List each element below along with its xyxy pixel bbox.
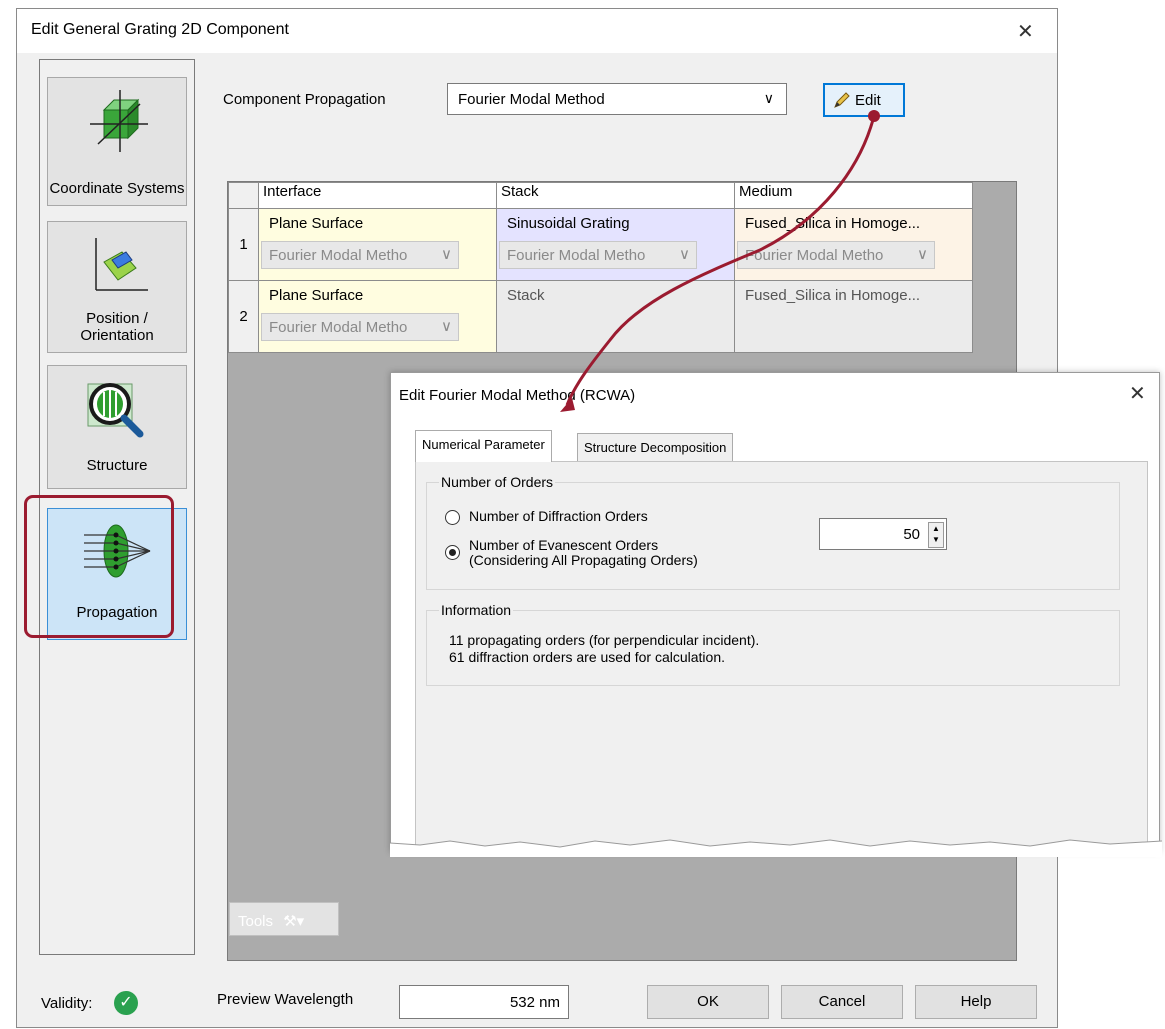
group-title: Information bbox=[439, 602, 514, 618]
info-text: 11 propagating orders (for perpendicular… bbox=[449, 632, 760, 648]
method-dropdown[interactable]: Fourier Modal Metho ∨ bbox=[261, 241, 459, 269]
nav-label: Coordinate Systems bbox=[49, 180, 185, 197]
nav-label: Position / Orientation bbox=[80, 310, 154, 344]
cell-text: Sinusoidal Grating bbox=[507, 215, 630, 232]
column-header: Medium bbox=[734, 182, 973, 209]
ok-button[interactable]: OK bbox=[647, 985, 769, 1019]
orders-spinbox[interactable]: 50 ▲ ▼ bbox=[819, 518, 947, 550]
fmm-edit-dialog: Edit Fourier Modal Method (RCWA) ✕ Numer… bbox=[390, 372, 1162, 857]
radio-label: Number of Evanescent Orders bbox=[469, 537, 659, 553]
edit-button[interactable]: Edit bbox=[823, 83, 905, 117]
stack-cell[interactable]: Sinusoidal Grating Fourier Modal Metho ∨ bbox=[496, 208, 735, 281]
group-title: Number of Orders bbox=[439, 474, 556, 490]
cell-text: Fused_Silica in Homoge... bbox=[745, 215, 921, 232]
dropdown-value: Fourier Modal Metho bbox=[269, 247, 408, 264]
position-orientation-icon bbox=[95, 238, 148, 291]
pencil-icon bbox=[834, 92, 850, 108]
interface-cell[interactable]: Plane Surface Fourier Modal Metho ∨ bbox=[258, 280, 497, 353]
tools-icon: ⚒▾ bbox=[283, 913, 305, 930]
spin-value: 50 bbox=[903, 526, 920, 543]
tools-label: Tools bbox=[238, 913, 274, 930]
structure-icon bbox=[87, 383, 144, 438]
cell-text: Stack bbox=[507, 287, 545, 304]
orders-group: Number of Orders Number of Diffraction O… bbox=[426, 474, 1120, 590]
radio-label: (Considering All Propagating Orders) bbox=[469, 552, 698, 568]
method-dropdown[interactable]: Fourier Modal Metho ∨ bbox=[737, 241, 935, 269]
interface-cell[interactable]: Plane Surface Fourier Modal Metho ∨ bbox=[258, 208, 497, 281]
nav-structure[interactable]: Structure bbox=[47, 365, 187, 489]
corner-cell bbox=[228, 182, 259, 209]
tab-panel: Number of Orders Number of Diffraction O… bbox=[415, 461, 1148, 856]
nav-coordinate-systems[interactable]: Coordinate Systems bbox=[47, 77, 187, 206]
propagation-highlight bbox=[24, 495, 174, 638]
edit-label: Edit bbox=[855, 92, 881, 109]
tab-numerical-parameter[interactable]: Numerical Parameter bbox=[415, 430, 552, 462]
chevron-down-icon: ∨ bbox=[441, 318, 452, 335]
chevron-down-icon: ∨ bbox=[679, 246, 690, 263]
coordinate-systems-icon bbox=[90, 90, 148, 152]
dropdown-value: Fourier Modal Metho bbox=[507, 247, 646, 264]
chevron-down-icon: ∨ bbox=[917, 246, 928, 263]
valid-check-icon: ✓ bbox=[114, 991, 138, 1015]
torn-edge bbox=[390, 839, 1162, 857]
method-dropdown[interactable]: Fourier Modal Metho ∨ bbox=[261, 313, 459, 341]
information-group: Information 11 propagating orders (for p… bbox=[426, 602, 1120, 686]
cell-text: Fused_Silica in Homoge... bbox=[745, 287, 921, 304]
medium-cell[interactable]: Fused_Silica in Homoge... Fourier Modal … bbox=[734, 208, 973, 281]
cell-text: Plane Surface bbox=[269, 287, 364, 304]
component-propagation-label: Component Propagation bbox=[223, 91, 386, 108]
chevron-down-icon: ∨ bbox=[441, 246, 452, 263]
popup-title: Edit Fourier Modal Method (RCWA) bbox=[399, 387, 636, 404]
help-button[interactable]: Help bbox=[915, 985, 1037, 1019]
diffraction-orders-radio[interactable] bbox=[445, 510, 460, 525]
component-table: Interface Stack Medium 1 Plane Surface F… bbox=[228, 182, 973, 353]
dialog-title: Edit General Grating 2D Component bbox=[31, 21, 289, 38]
close-icon[interactable]: ✕ bbox=[1017, 19, 1034, 44]
stack-cell[interactable]: Stack bbox=[496, 280, 735, 353]
spin-arrows[interactable]: ▲ ▼ bbox=[928, 522, 944, 548]
medium-cell[interactable]: Fused_Silica in Homoge... bbox=[734, 280, 973, 353]
column-header: Interface bbox=[258, 182, 497, 209]
info-text: 61 diffraction orders are used for calcu… bbox=[449, 649, 726, 665]
title-bar: Edit General Grating 2D Component ✕ bbox=[17, 9, 1057, 53]
cell-text: Plane Surface bbox=[269, 215, 364, 232]
wavelength-label: Preview Wavelength bbox=[217, 991, 354, 1008]
dropdown-value: Fourier Modal Metho bbox=[745, 247, 884, 264]
table-row: 2 Plane Surface Fourier Modal Metho ∨ Sta… bbox=[228, 280, 973, 353]
column-header: Stack bbox=[496, 182, 735, 209]
tools-button[interactable]: Tools ⚒▾ bbox=[229, 902, 339, 936]
wavelength-input[interactable]: 532 nm bbox=[399, 985, 569, 1019]
nav-position-orientation[interactable]: Position / Orientation bbox=[47, 221, 187, 353]
row-number: 1 bbox=[228, 208, 259, 281]
chevron-down-icon: ∨ bbox=[763, 90, 774, 106]
row-number: 2 bbox=[228, 280, 259, 353]
cancel-button[interactable]: Cancel bbox=[781, 985, 903, 1019]
close-icon[interactable]: ✕ bbox=[1129, 381, 1146, 406]
validity-label: Validity: bbox=[41, 995, 93, 1012]
evanescent-orders-radio[interactable] bbox=[445, 545, 460, 560]
dropdown-value: Fourier Modal Metho bbox=[269, 319, 408, 336]
tab-structure-decomposition[interactable]: Structure Decomposition bbox=[577, 433, 734, 461]
nav-label: Structure bbox=[86, 457, 148, 474]
radio-dot bbox=[449, 549, 456, 556]
method-dropdown[interactable]: Fourier Modal Metho ∨ bbox=[499, 241, 697, 269]
select-value: Fourier Modal Method bbox=[458, 91, 605, 108]
component-propagation-select[interactable]: Fourier Modal Method ∨ bbox=[447, 83, 787, 115]
radio-label: Number of Diffraction Orders bbox=[469, 508, 648, 524]
table-row: 1 Plane Surface Fourier Modal Metho ∨ Sin… bbox=[228, 208, 973, 281]
